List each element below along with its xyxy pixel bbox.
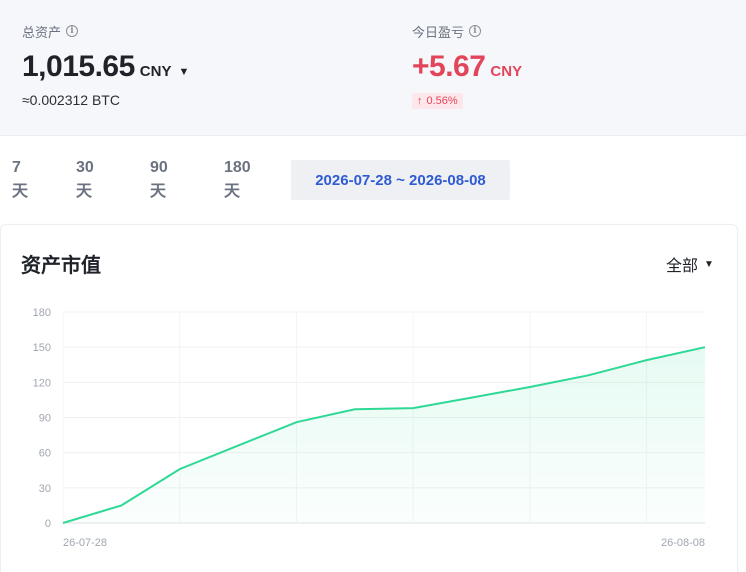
- tab-90d[interactable]: 90天: [150, 159, 168, 200]
- y-tick-label: 90: [39, 413, 51, 425]
- today-pnl-block: 今日盈亏 i +5.67 CNY ↑ 0.56%: [412, 22, 522, 109]
- total-assets-label: 总资产: [22, 24, 62, 40]
- pnl-percent: 0.56%: [426, 95, 458, 107]
- tab-30d[interactable]: 30天: [76, 159, 94, 200]
- y-tick-label: 60: [39, 448, 51, 460]
- info-icon[interactable]: i: [66, 25, 79, 37]
- arrow-up-icon: ↑: [417, 95, 423, 107]
- tab-180d[interactable]: 180天: [224, 159, 251, 200]
- currency-unit: CNY: [139, 63, 172, 80]
- total-assets-block: 总资产 i 1,015.65 CNY ▼ ≈0.002312 BTC: [22, 22, 189, 109]
- asset-value-chart: 0 30 60 90 120 150 180 26-07-28 26-08-08: [33, 307, 706, 549]
- btc-equivalent: ≈0.002312 BTC: [22, 92, 120, 108]
- x-tick-label: 26-08-08: [661, 537, 705, 549]
- tab-custom-range[interactable]: 2026-07-28 ~ 2026-08-08: [291, 160, 510, 200]
- tab-7d[interactable]: 7天: [12, 159, 28, 200]
- today-pnl-label-row: 今日盈亏 i: [412, 22, 522, 40]
- y-tick-label: 120: [33, 377, 51, 389]
- today-pnl-value: +5.67: [412, 50, 486, 83]
- asset-summary: 总资产 i 1,015.65 CNY ▼ ≈0.002312 BTC 今日盈亏 …: [0, 0, 746, 136]
- pnl-percent-badge: ↑ 0.56%: [412, 93, 463, 109]
- pnl-currency-unit: CNY: [490, 63, 523, 80]
- y-tick-label: 0: [45, 518, 51, 530]
- today-pnl-label: 今日盈亏: [412, 24, 465, 40]
- asset-value-card: 资产市值 全部 ▼ 0 30 60 90 120 150 180 26-07-28 26-08…: [0, 224, 738, 572]
- y-tick-label: 180: [33, 307, 51, 319]
- total-assets-value: 1,015.65: [22, 50, 135, 83]
- caret-down-icon[interactable]: ▼: [178, 66, 189, 78]
- chart-area-fill: [63, 347, 705, 523]
- today-pnl-value-row: +5.67 CNY: [412, 50, 522, 84]
- total-assets-label-row: 总资产 i: [22, 22, 189, 40]
- x-tick-label: 26-07-28: [63, 537, 107, 549]
- chart-x-axis: 26-07-28 26-08-08: [63, 537, 705, 549]
- y-tick-label: 150: [33, 342, 51, 354]
- y-tick-label: 30: [39, 483, 51, 495]
- total-assets-value-row[interactable]: 1,015.65 CNY ▼: [22, 50, 189, 84]
- info-icon[interactable]: i: [469, 25, 482, 37]
- chart-y-axis: 0 30 60 90 120 150 180: [33, 307, 51, 530]
